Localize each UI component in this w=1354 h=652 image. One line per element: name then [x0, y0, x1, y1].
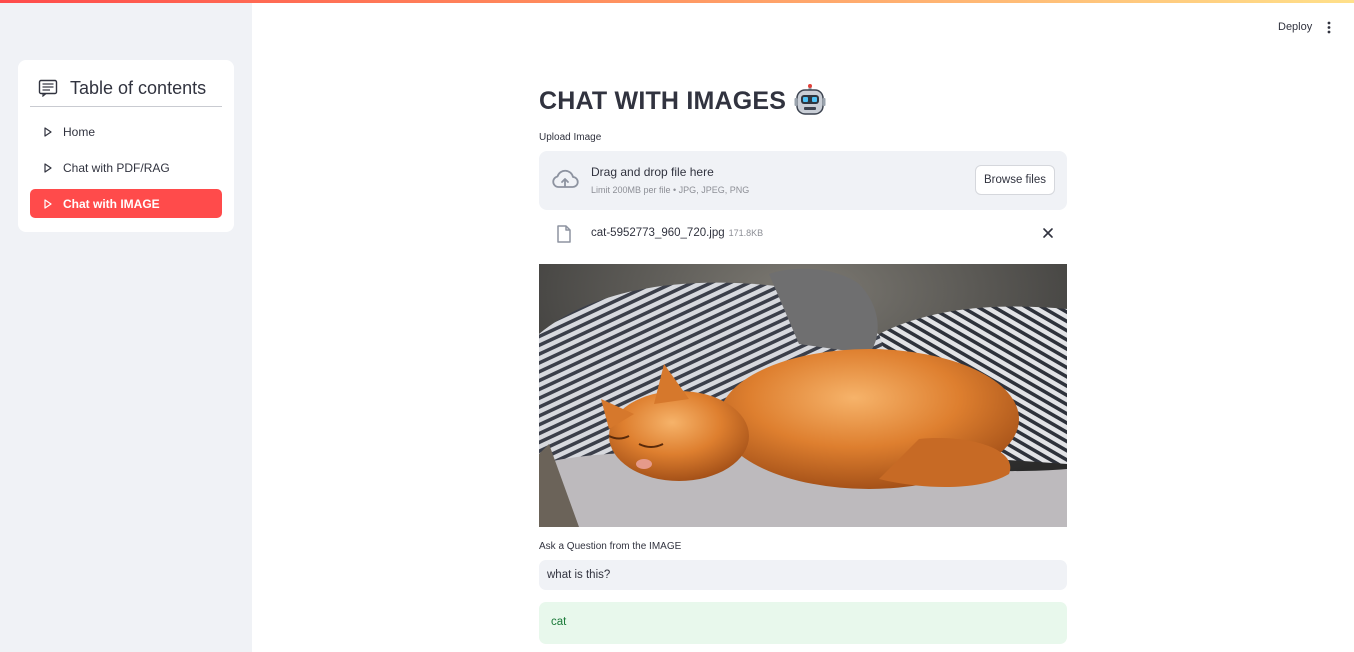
page-title: CHAT WITH IMAGES [539, 84, 826, 118]
robot-icon [794, 84, 826, 118]
browse-files-button[interactable]: Browse files [975, 165, 1055, 195]
file-dropzone[interactable]: Drag and drop file here Limit 200MB per … [539, 151, 1067, 210]
triangle-right-icon [44, 126, 52, 137]
sidebar-item-chat-pdf[interactable]: Chat with PDF/RAG [30, 153, 222, 182]
page-title-text: CHAT WITH IMAGES [539, 86, 787, 115]
triangle-right-icon [44, 162, 52, 173]
upload-label: Upload Image [539, 132, 602, 143]
cloud-upload-icon [551, 169, 579, 191]
table-of-contents: Table of contents Home Chat with PDF/RAG… [18, 60, 234, 232]
answer-box: cat [539, 602, 1067, 644]
triangle-right-icon [44, 198, 52, 209]
deploy-button[interactable]: Deploy [1270, 19, 1320, 35]
list-icon [38, 78, 58, 98]
uploaded-image [539, 264, 1067, 527]
sidebar-item-chat-image[interactable]: Chat with IMAGE [30, 189, 222, 218]
sidebar-item-label: Home [63, 124, 96, 139]
sidebar-item-label: Chat with PDF/RAG [63, 160, 170, 175]
question-input[interactable] [539, 560, 1067, 590]
file-size: 171.8KB [728, 228, 764, 238]
file-icon [556, 225, 572, 243]
sidebar: Table of contents Home Chat with PDF/RAG… [0, 3, 252, 652]
upload-limit-text: Limit 200MB per file • JPG, JPEG, PNG [591, 185, 750, 195]
close-icon[interactable] [1041, 226, 1055, 240]
sidebar-item-home[interactable]: Home [30, 117, 222, 146]
uploaded-file-row: cat-5952773_960_720.jpg 171.8KB [539, 218, 1067, 250]
sidebar-item-label: Chat with IMAGE [63, 196, 160, 211]
toc-header: Table of contents [30, 70, 222, 107]
drop-instructions: Drag and drop file here [591, 165, 714, 179]
toc-title: Table of contents [70, 77, 207, 98]
more-vertical-icon[interactable] [1322, 20, 1336, 36]
file-name-text: cat-5952773_960_720.jpg [591, 227, 725, 239]
question-label: Ask a Question from the IMAGE [539, 541, 682, 552]
file-name: cat-5952773_960_720.jpg 171.8KB [591, 227, 763, 239]
